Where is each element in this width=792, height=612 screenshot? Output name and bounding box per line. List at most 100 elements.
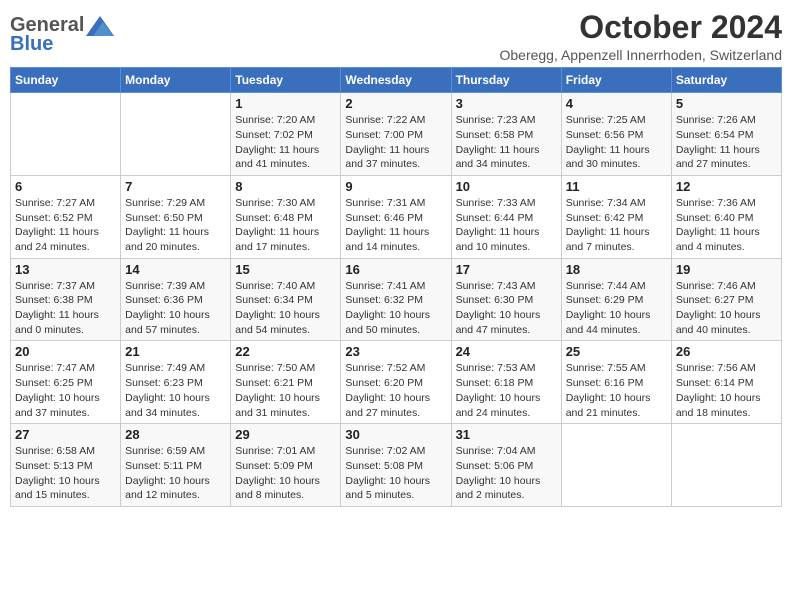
calendar-cell: 4 Sunrise: 7:25 AMSunset: 6:56 PMDaylight…	[561, 93, 671, 176]
day-number: 21	[125, 344, 226, 359]
day-info: Sunrise: 7:22 AMSunset: 7:00 PMDaylight:…	[345, 113, 446, 172]
day-number: 14	[125, 262, 226, 277]
header-wednesday: Wednesday	[341, 68, 451, 93]
day-number: 30	[345, 427, 446, 442]
calendar-week-4: 20 Sunrise: 7:47 AMSunset: 6:25 PMDayligh…	[11, 341, 782, 424]
calendar-cell: 26 Sunrise: 7:56 AMSunset: 6:14 PMDayligh…	[671, 341, 781, 424]
day-info: Sunrise: 7:04 AMSunset: 5:06 PMDaylight:…	[456, 444, 557, 503]
calendar-cell: 16 Sunrise: 7:41 AMSunset: 6:32 PMDayligh…	[341, 258, 451, 341]
day-number: 2	[345, 96, 446, 111]
day-info: Sunrise: 7:50 AMSunset: 6:21 PMDaylight:…	[235, 361, 336, 420]
day-info: Sunrise: 7:43 AMSunset: 6:30 PMDaylight:…	[456, 279, 557, 338]
day-number: 25	[566, 344, 667, 359]
calendar-cell	[671, 424, 781, 507]
day-number: 7	[125, 179, 226, 194]
day-info: Sunrise: 7:36 AMSunset: 6:40 PMDaylight:…	[676, 196, 777, 255]
day-info: Sunrise: 7:39 AMSunset: 6:36 PMDaylight:…	[125, 279, 226, 338]
day-info: Sunrise: 6:58 AMSunset: 5:13 PMDaylight:…	[15, 444, 116, 503]
day-info: Sunrise: 7:02 AMSunset: 5:08 PMDaylight:…	[345, 444, 446, 503]
day-number: 19	[676, 262, 777, 277]
day-info: Sunrise: 7:44 AMSunset: 6:29 PMDaylight:…	[566, 279, 667, 338]
subtitle: Oberegg, Appenzell Innerrhoden, Switzerl…	[499, 47, 782, 63]
main-title: October 2024	[499, 10, 782, 45]
header-monday: Monday	[121, 68, 231, 93]
header-tuesday: Tuesday	[231, 68, 341, 93]
day-info: Sunrise: 7:40 AMSunset: 6:34 PMDaylight:…	[235, 279, 336, 338]
day-info: Sunrise: 7:47 AMSunset: 6:25 PMDaylight:…	[15, 361, 116, 420]
day-number: 28	[125, 427, 226, 442]
day-info: Sunrise: 7:41 AMSunset: 6:32 PMDaylight:…	[345, 279, 446, 338]
day-number: 24	[456, 344, 557, 359]
day-number: 27	[15, 427, 116, 442]
day-info: Sunrise: 7:49 AMSunset: 6:23 PMDaylight:…	[125, 361, 226, 420]
day-info: Sunrise: 7:52 AMSunset: 6:20 PMDaylight:…	[345, 361, 446, 420]
day-info: Sunrise: 7:20 AMSunset: 7:02 PMDaylight:…	[235, 113, 336, 172]
calendar-cell: 10 Sunrise: 7:33 AMSunset: 6:44 PMDayligh…	[451, 175, 561, 258]
day-info: Sunrise: 7:30 AMSunset: 6:48 PMDaylight:…	[235, 196, 336, 255]
day-number: 5	[676, 96, 777, 111]
day-number: 15	[235, 262, 336, 277]
day-number: 17	[456, 262, 557, 277]
day-info: Sunrise: 7:56 AMSunset: 6:14 PMDaylight:…	[676, 361, 777, 420]
logo-blue: Blue	[10, 33, 53, 56]
calendar-cell: 7 Sunrise: 7:29 AMSunset: 6:50 PMDaylight…	[121, 175, 231, 258]
day-number: 1	[235, 96, 336, 111]
day-number: 31	[456, 427, 557, 442]
day-info: Sunrise: 7:31 AMSunset: 6:46 PMDaylight:…	[345, 196, 446, 255]
calendar-cell	[561, 424, 671, 507]
calendar-cell: 6Sunrise: 7:27 AMSunset: 6:52 PMDaylight…	[11, 175, 121, 258]
day-info: Sunrise: 7:55 AMSunset: 6:16 PMDaylight:…	[566, 361, 667, 420]
day-info: Sunrise: 7:53 AMSunset: 6:18 PMDaylight:…	[456, 361, 557, 420]
calendar-cell: 14 Sunrise: 7:39 AMSunset: 6:36 PMDayligh…	[121, 258, 231, 341]
day-info: Sunrise: 7:34 AMSunset: 6:42 PMDaylight:…	[566, 196, 667, 255]
day-number: 11	[566, 179, 667, 194]
calendar-cell: 17 Sunrise: 7:43 AMSunset: 6:30 PMDayligh…	[451, 258, 561, 341]
calendar-cell: 29Sunrise: 7:01 AMSunset: 5:09 PMDayligh…	[231, 424, 341, 507]
day-info: Sunrise: 6:59 AMSunset: 5:11 PMDaylight:…	[125, 444, 226, 503]
calendar-week-1: 1 Sunrise: 7:20 AMSunset: 7:02 PMDaylight…	[11, 93, 782, 176]
day-info: Sunrise: 7:01 AMSunset: 5:09 PMDaylight:…	[235, 444, 336, 503]
calendar-cell	[121, 93, 231, 176]
day-info: Sunrise: 7:37 AMSunset: 6:38 PMDaylight:…	[15, 279, 116, 338]
calendar-cell: 13 Sunrise: 7:37 AMSunset: 6:38 PMDayligh…	[11, 258, 121, 341]
calendar-cell: 27 Sunrise: 6:58 AMSunset: 5:13 PMDayligh…	[11, 424, 121, 507]
calendar-cell: 24 Sunrise: 7:53 AMSunset: 6:18 PMDayligh…	[451, 341, 561, 424]
day-number: 13	[15, 262, 116, 277]
day-info: Sunrise: 7:29 AMSunset: 6:50 PMDaylight:…	[125, 196, 226, 255]
calendar-cell: 2 Sunrise: 7:22 AMSunset: 7:00 PMDaylight…	[341, 93, 451, 176]
calendar-cell: 21 Sunrise: 7:49 AMSunset: 6:23 PMDayligh…	[121, 341, 231, 424]
header-friday: Friday	[561, 68, 671, 93]
title-section: October 2024 Oberegg, Appenzell Innerrho…	[499, 10, 782, 63]
calendar-cell: 22Sunrise: 7:50 AMSunset: 6:21 PMDayligh…	[231, 341, 341, 424]
day-number: 8	[235, 179, 336, 194]
day-number: 3	[456, 96, 557, 111]
header-sunday: Sunday	[11, 68, 121, 93]
calendar-cell	[11, 93, 121, 176]
day-info: Sunrise: 7:33 AMSunset: 6:44 PMDaylight:…	[456, 196, 557, 255]
calendar-cell: 8 Sunrise: 7:30 AMSunset: 6:48 PMDaylight…	[231, 175, 341, 258]
day-info: Sunrise: 7:26 AMSunset: 6:54 PMDaylight:…	[676, 113, 777, 172]
calendar-cell: 31 Sunrise: 7:04 AMSunset: 5:06 PMDayligh…	[451, 424, 561, 507]
day-number: 26	[676, 344, 777, 359]
calendar-cell: 9 Sunrise: 7:31 AMSunset: 6:46 PMDaylight…	[341, 175, 451, 258]
day-number: 20	[15, 344, 116, 359]
calendar-week-5: 27 Sunrise: 6:58 AMSunset: 5:13 PMDayligh…	[11, 424, 782, 507]
day-info: Sunrise: 7:25 AMSunset: 6:56 PMDaylight:…	[566, 113, 667, 172]
calendar-cell: 18Sunrise: 7:44 AMSunset: 6:29 PMDayligh…	[561, 258, 671, 341]
day-number: 12	[676, 179, 777, 194]
page-header: General Blue October 2024 Oberegg, Appen…	[10, 10, 782, 63]
day-number: 16	[345, 262, 446, 277]
calendar-cell: 23Sunrise: 7:52 AMSunset: 6:20 PMDayligh…	[341, 341, 451, 424]
calendar-cell: 11 Sunrise: 7:34 AMSunset: 6:42 PMDayligh…	[561, 175, 671, 258]
calendar-week-3: 13 Sunrise: 7:37 AMSunset: 6:38 PMDayligh…	[11, 258, 782, 341]
day-number: 9	[345, 179, 446, 194]
header-thursday: Thursday	[451, 68, 561, 93]
day-number: 10	[456, 179, 557, 194]
calendar-cell: 1 Sunrise: 7:20 AMSunset: 7:02 PMDaylight…	[231, 93, 341, 176]
calendar-cell: 3Sunrise: 7:23 AMSunset: 6:58 PMDaylight…	[451, 93, 561, 176]
day-number: 6	[15, 179, 116, 194]
calendar-cell: 5 Sunrise: 7:26 AMSunset: 6:54 PMDaylight…	[671, 93, 781, 176]
calendar-cell: 19Sunrise: 7:46 AMSunset: 6:27 PMDayligh…	[671, 258, 781, 341]
header-saturday: Saturday	[671, 68, 781, 93]
day-number: 4	[566, 96, 667, 111]
